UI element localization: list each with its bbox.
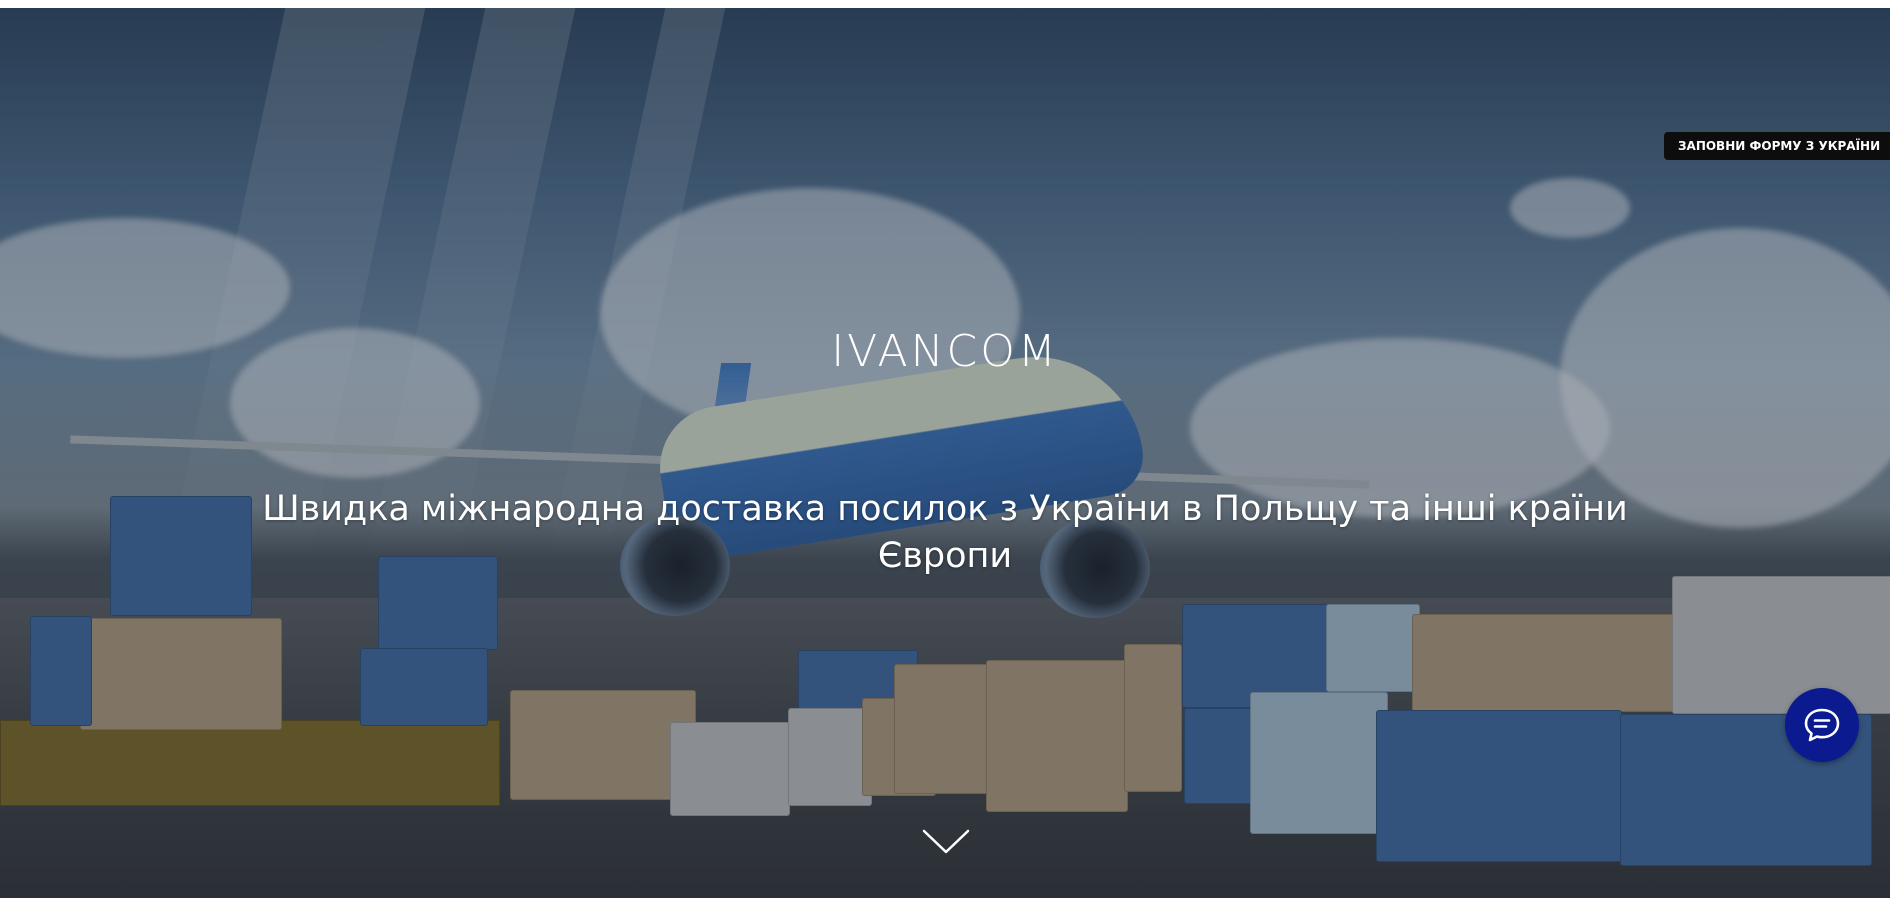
scroll-down-button[interactable] (922, 828, 970, 856)
site-logo[interactable]: IVANCOM (0, 326, 1890, 377)
chevron-down-icon (922, 829, 970, 854)
hero-headline: Швидка міжнародна доставка посилок з Укр… (262, 489, 1628, 576)
chat-bubble-icon (1804, 708, 1840, 742)
chat-widget-button[interactable] (1785, 688, 1859, 762)
hero-dim-overlay (0, 8, 1890, 898)
hero-section: IVANCOM Швидка міжнародна доставка посил… (0, 8, 1890, 898)
fill-form-button[interactable]: ЗАПОВНИ ФОРМУ З УКРАЇНИ (1664, 132, 1890, 160)
